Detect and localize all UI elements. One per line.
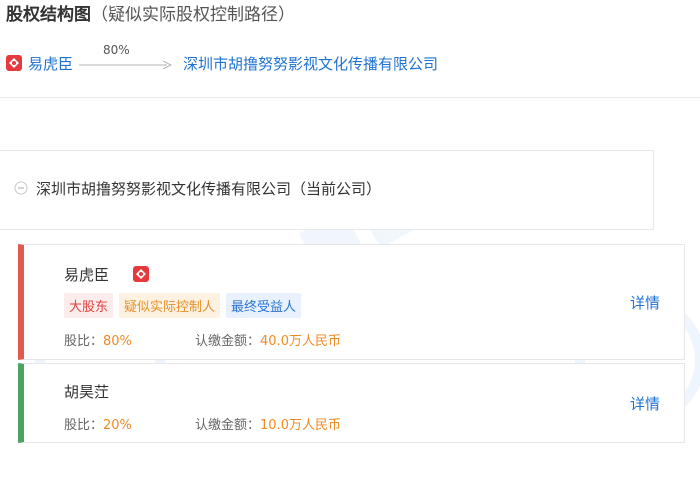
- subscribed-amount: 认缴金额：10.0万人民币: [195, 418, 341, 433]
- detail-link[interactable]: 详情: [630, 393, 660, 414]
- collapse-minus-icon[interactable]: [14, 181, 28, 195]
- page-title: 股权结构图（疑似实际股权控制路径）: [6, 0, 295, 25]
- company-node: 深圳市胡撸努努影视文化传播有限公司（当前公司）: [0, 150, 654, 230]
- company-node-name: 深圳市胡撸努努影视文化传播有限公司（当前公司）: [36, 180, 382, 198]
- section-divider: [0, 97, 700, 98]
- share-ratio: 股比：80%: [64, 334, 132, 349]
- subscribed-amount: 认缴金额：40.0万人民币: [195, 334, 341, 349]
- shareholder-card: 胡昊茳 股比：20% 认缴金额：10.0万人民币 详情: [18, 363, 685, 443]
- tag-major-shareholder: 大股东: [64, 293, 114, 318]
- title-main: 股权结构图: [6, 5, 91, 25]
- person-badge-icon: [6, 55, 22, 71]
- title-sub: （疑似实际股权控制路径）: [91, 5, 295, 25]
- person-badge-icon: [133, 266, 149, 282]
- path-percentage: 80%: [103, 43, 130, 57]
- shareholder-name[interactable]: 易虎臣: [64, 264, 109, 285]
- share-ratio: 股比：20%: [64, 418, 132, 433]
- path-person-link[interactable]: 易虎臣: [28, 53, 73, 74]
- path-arrow: 80%: [79, 43, 173, 75]
- arrow-right-icon: [79, 61, 173, 69]
- detail-link[interactable]: 详情: [630, 292, 660, 313]
- tag-actual-controller: 疑似实际控制人: [119, 293, 221, 318]
- shareholder-card: 易虎臣 大股东 疑似实际控制人 最终受益人 股比：80% 认缴金额：40.0万人…: [18, 244, 685, 360]
- shareholder-tags: 大股东 疑似实际控制人 最终受益人: [64, 293, 302, 318]
- shareholder-name[interactable]: 胡昊茳: [64, 381, 109, 402]
- control-path: 易虎臣 80% 深圳市胡撸努努影视文化传播有限公司: [6, 43, 438, 76]
- tag-ultimate-beneficiary: 最终受益人: [226, 293, 302, 318]
- path-company-link[interactable]: 深圳市胡撸努努影视文化传播有限公司: [183, 53, 438, 74]
